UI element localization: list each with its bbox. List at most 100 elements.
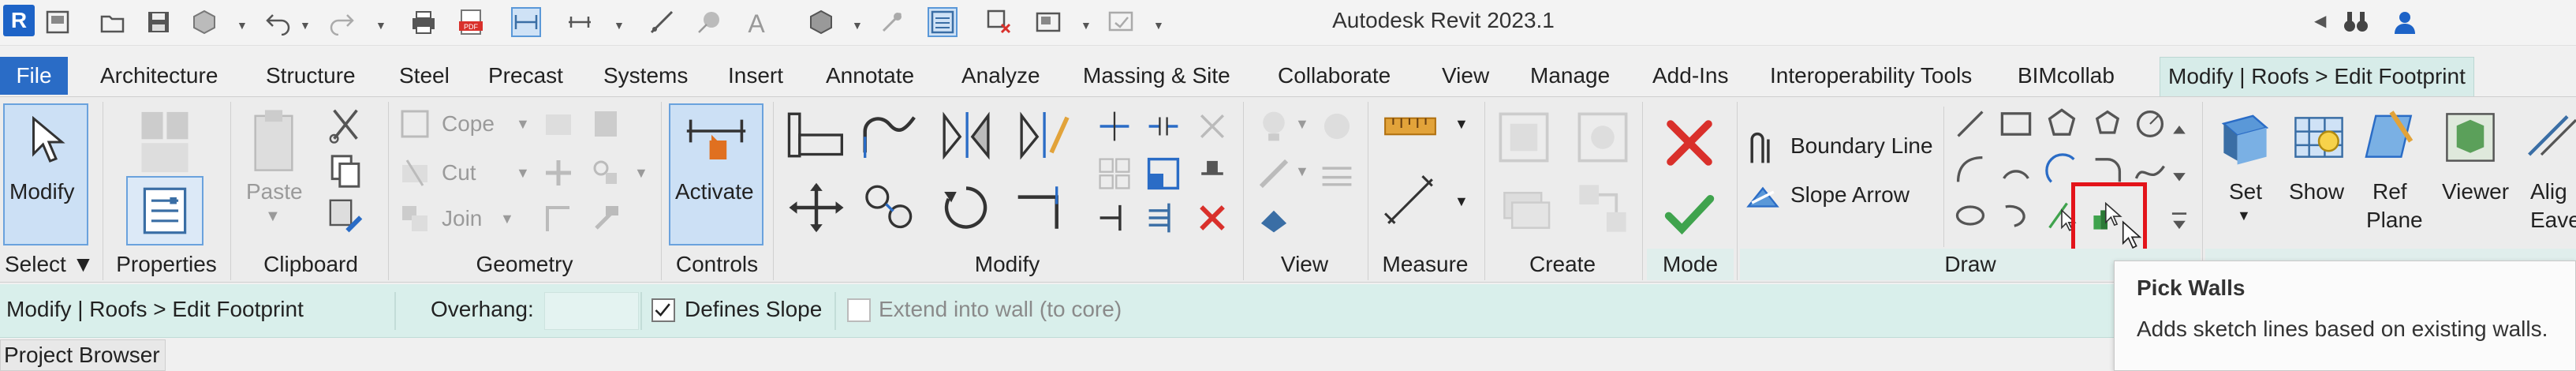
rectangle-icon[interactable] [1999,107,2033,141]
binoculars-icon[interactable] [2341,7,2371,37]
set-work-plane-icon[interactable] [2213,108,2273,167]
ellipse-icon[interactable] [1953,198,1988,233]
close-inactive-icon[interactable] [984,7,1014,37]
line-icon[interactable] [1953,107,1988,141]
line-work-icon[interactable] [1256,156,1292,192]
tab-file[interactable]: File [0,57,68,95]
cut-geometry-icon[interactable] [399,157,431,189]
slope-arrow-label[interactable]: Slope Arrow [1790,182,1910,208]
split-with-gap-icon[interactable] [1145,108,1182,144]
set-dropdown-icon[interactable]: ▼ [2237,208,2251,224]
show-label[interactable]: Show [2289,179,2344,204]
start-end-arc-icon[interactable] [1953,152,1988,187]
copy-element-icon[interactable] [860,179,921,236]
tab-systems[interactable]: Systems [595,57,696,95]
partial-ellipse-icon[interactable] [1999,198,2033,233]
create-assembly-icon[interactable] [1494,108,1554,167]
tag-icon[interactable] [694,7,724,37]
tab-structure[interactable]: Structure [258,57,364,95]
redo-icon[interactable] [327,7,357,37]
back-arrow-icon[interactable]: ◀ [2314,11,2326,31]
wall-joins-icon[interactable] [541,157,576,189]
geometry-dropdown-icon[interactable]: ▼ [634,165,648,182]
center-ends-arc-icon[interactable] [1999,152,2033,187]
plane-label[interactable]: Plane [2366,208,2423,233]
user-icon[interactable] [2390,7,2420,37]
split-face-icon[interactable] [541,108,576,140]
circle-icon[interactable] [2133,107,2167,141]
revit-logo[interactable]: R [3,5,35,36]
join-dropdown-icon[interactable]: ▼ [500,211,514,227]
mirror-pick-axis-icon[interactable] [935,107,997,163]
tile-windows-icon[interactable] [1033,7,1063,37]
dimension-dropdown-icon[interactable]: ▼ [1454,193,1469,210]
unpin-icon[interactable] [1194,108,1230,144]
measure-between-icon[interactable] [1382,108,1439,144]
offset-icon[interactable] [860,107,921,163]
paste-icon[interactable] [248,108,300,176]
cut-icon[interactable] [327,107,364,144]
measure-icon[interactable] [647,7,677,37]
viewer-label[interactable]: Viewer [2442,179,2509,204]
tile-dropdown-icon[interactable]: ▼ [1081,19,1092,32]
draw-gallery-expand-icon[interactable] [2169,204,2190,239]
tab-massing-site[interactable]: Massing & Site [1075,57,1238,95]
rotate-icon[interactable] [935,179,997,236]
measure-dropdown-icon[interactable]: ▼ [1454,116,1469,133]
align-eave-icon[interactable] [2524,108,2576,167]
section-icon[interactable] [877,7,907,37]
tab-bimcollab[interactable]: BIMcollab [2010,57,2122,95]
cut-dropdown-icon[interactable]: ▼ [516,165,530,182]
scale-icon[interactable] [1145,156,1182,192]
tab-annotate[interactable]: Annotate [818,57,922,95]
boundary-line-icon[interactable] [1745,130,1781,167]
tab-manage[interactable]: Manage [1522,57,1618,95]
move-icon[interactable] [786,179,847,236]
defines-slope-checkbox[interactable] [651,298,675,322]
overhang-input[interactable] [544,292,639,330]
circumscribed-polygon-icon[interactable] [2090,107,2125,141]
redo-dropdown-icon[interactable]: ▼ [375,19,386,32]
trim-extend-multiple-icon[interactable] [1145,200,1182,236]
undo-icon[interactable] [263,7,293,37]
hammer-icon[interactable] [588,203,623,234]
finish-edit-icon[interactable] [1661,186,1718,242]
aligned-dim-icon[interactable] [1382,173,1439,230]
tab-add-ins[interactable]: Add-Ins [1645,57,1737,95]
save-icon[interactable] [144,7,174,37]
text-icon[interactable]: A [741,7,771,37]
trim-extend-icon[interactable] [1013,179,1074,236]
type-properties-icon[interactable] [136,108,194,176]
hide-in-view-icon[interactable] [1256,108,1292,144]
slope-arrow-icon[interactable] [1745,179,1781,215]
inscribed-polygon-icon[interactable] [2044,107,2079,141]
tab-modify-roofs-edit-footprint[interactable]: Modify | Roofs > Edit Footprint [2160,57,2474,98]
tab-interoperability-tools[interactable]: Interoperability Tools [1762,57,1980,95]
open-icon[interactable] [98,7,128,37]
delete-icon[interactable] [1194,200,1230,236]
sync-dropdown-icon[interactable]: ▼ [237,19,248,32]
linework-dropdown-icon[interactable]: ▼ [1295,163,1309,180]
pin-icon[interactable] [1194,156,1230,192]
create-group-icon[interactable] [1494,179,1554,238]
extend-into-wall-checkbox[interactable] [847,298,871,322]
tab-collaborate[interactable]: Collaborate [1270,57,1398,95]
switch-windows-icon[interactable] [928,7,958,37]
boundary-line-label[interactable]: Boundary Line [1790,133,1933,159]
sync-icon[interactable] [189,7,219,37]
tab-architecture[interactable]: Architecture [92,57,226,95]
paint-icon[interactable] [588,108,623,140]
split-icon[interactable] [541,203,576,234]
tab-analyze[interactable]: Analyze [954,57,1048,95]
graphics-override-icon[interactable] [1319,108,1355,144]
cancel-edit-icon[interactable] [1661,114,1718,171]
cope-icon[interactable] [399,108,431,140]
undo-dropdown-icon[interactable]: ▼ [300,19,311,32]
draw-gallery-scroll-up-icon[interactable] [2169,111,2190,146]
join-icon[interactable] [399,203,431,234]
set-label[interactable]: Set [2229,179,2262,204]
paste-dropdown-icon[interactable]: ▼ [265,208,281,226]
viewer-icon[interactable] [2440,108,2500,167]
user-interface-icon[interactable] [1106,7,1136,37]
draw-gallery-scroll-down-icon[interactable] [2169,159,2190,193]
